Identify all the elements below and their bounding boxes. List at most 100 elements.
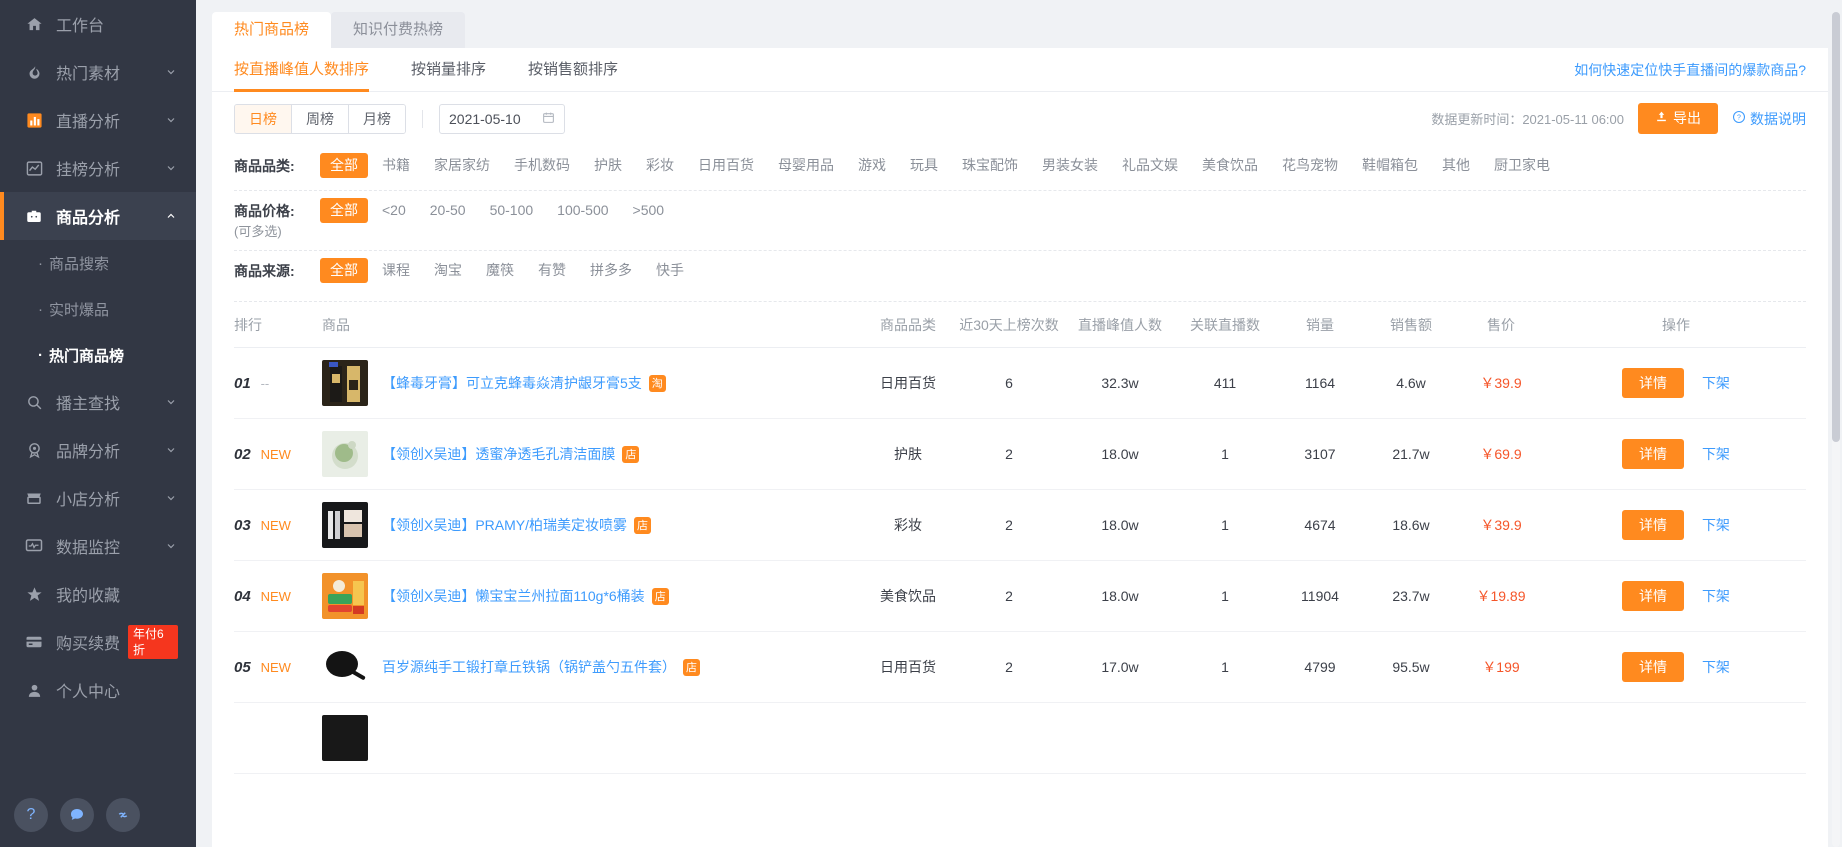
sidebar-item-label: 购买续费 [56,630,120,654]
offshelf-link[interactable]: 下架 [1702,659,1730,675]
tab-hot-products[interactable]: 热门商品榜 [212,12,331,48]
chip-source-course[interactable]: 课程 [372,258,420,283]
chip-source-youzan[interactable]: 有赞 [528,258,576,283]
subtab-sort-by-sales[interactable]: 按销量排序 [411,48,486,92]
offshelf-link[interactable]: 下架 [1702,446,1730,462]
offshelf-link[interactable]: 下架 [1702,517,1730,533]
scrollbar-thumb[interactable] [1832,12,1840,442]
chip-category-food-drink[interactable]: 美食饮品 [1192,153,1268,178]
product-name[interactable]: 百岁源纯手工锻打章丘铁锅（锅铲盖勺五件套） [382,657,676,677]
category-cell: 日用百货 [862,373,954,393]
link-button[interactable] [106,798,140,832]
data-note-link[interactable]: ? 数据说明 [1732,109,1806,129]
subtab-sort-by-amount[interactable]: 按销售额排序 [528,48,618,92]
table-row[interactable]: 01 -- 【蜂毒牙膏】可立克蜂毒焱清护龈牙膏5支 淘 日用百货 6 32.3w… [234,348,1806,419]
sidebar-item-hot-material[interactable]: 热门素材 [0,48,196,96]
chip-category-home-textile[interactable]: 家居家纺 [424,153,500,178]
chip-category-other[interactable]: 其他 [1432,153,1480,178]
sidebar-item-live-analysis[interactable]: 直播分析 [0,96,196,144]
sidebar-item-label: 个人中心 [56,678,178,702]
vertical-scrollbar[interactable] [1832,12,1840,847]
table-row[interactable]: 02 NEW 【领创X吴迪】透蜜净透毛孔清洁面膜 店 护肤 2 18.0w 1 [234,419,1806,490]
chip-price-over-500[interactable]: >500 [623,198,675,223]
chip-source-kuaishou[interactable]: 快手 [646,258,694,283]
sidebar-item-product-analysis[interactable]: 商品分析 [0,192,196,240]
column-header-peak-viewers: 直播峰值人数 [1064,315,1176,335]
chip-category-books[interactable]: 书籍 [372,153,420,178]
sidebar-item-brand-analysis[interactable]: 品牌分析 [0,426,196,474]
chip-source-taobao[interactable]: 淘宝 [424,258,472,283]
table-row[interactable] [234,703,1806,774]
sidebar-item-purchase-renew[interactable]: 购买续费 年付6折 [0,618,196,666]
product-name[interactable]: 【蜂毒牙膏】可立克蜂毒焱清护龈牙膏5支 [382,373,642,393]
table-row[interactable]: 03 NEW 【领创X吴迪】PRAMY/柏瑞美定妆喷雾 店 彩妆 2 18.0w… [234,490,1806,561]
offshelf-link[interactable]: 下架 [1702,588,1730,604]
detail-button[interactable]: 详情 [1622,652,1684,682]
chip-category-jewelry[interactable]: 珠宝配饰 [952,153,1028,178]
chip-price-100-500[interactable]: 100-500 [547,198,618,223]
chip-category-daily-goods[interactable]: 日用百货 [688,153,764,178]
chip-category-makeup[interactable]: 彩妆 [636,153,684,178]
chip-price-all[interactable]: 全部 [320,198,368,223]
category-cell: 护肤 [862,444,954,464]
detail-button[interactable]: 详情 [1622,368,1684,398]
sidebar-subitem-product-search[interactable]: · 商品搜索 [0,240,196,286]
period-option-weekly[interactable]: 周榜 [292,105,349,133]
sidebar-subitem-hot-products[interactable]: · 热门商品榜 [0,332,196,378]
chip-category-gifts-entertainment[interactable]: 礼品文娱 [1112,153,1188,178]
product-thumbnail[interactable] [322,502,368,548]
chip-price-50-100[interactable]: 50-100 [480,198,544,223]
chip-category-apparel[interactable]: 男装女装 [1032,153,1108,178]
table-row[interactable]: 04 NEW 【领创X吴迪】懒宝宝兰州拉面110g*6桶装 店 美食饮品 2 1… [234,561,1806,632]
export-button[interactable]: 导出 [1638,103,1718,134]
period-option-monthly[interactable]: 月榜 [349,105,405,133]
chip-source-mokuai[interactable]: 魔筷 [476,258,524,283]
chip-price-20-50[interactable]: 20-50 [420,198,476,223]
chip-category-all[interactable]: 全部 [320,153,368,178]
product-thumbnail[interactable] [322,360,368,406]
chat-button[interactable] [60,798,94,832]
sidebar-item-host-search[interactable]: 播主查找 [0,378,196,426]
chip-price-under-20[interactable]: <20 [372,198,416,223]
chip-category-shoes-bags[interactable]: 鞋帽箱包 [1352,153,1428,178]
date-picker[interactable]: 2021-05-10 [439,104,565,134]
sidebar-item-workbench[interactable]: 工作台 [0,0,196,48]
chip-category-pets[interactable]: 花鸟宠物 [1272,153,1348,178]
product-thumbnail[interactable] [322,715,368,761]
product-name[interactable]: 【领创X吴迪】PRAMY/柏瑞美定妆喷雾 [382,515,627,535]
chip-category-skincare[interactable]: 护肤 [584,153,632,178]
sidebar-item-board-analysis[interactable]: 挂榜分析 [0,144,196,192]
chip-category-mobile-digital[interactable]: 手机数码 [504,153,580,178]
product-thumbnail[interactable] [322,431,368,477]
help-button[interactable]: ? [14,798,48,832]
sidebar-subitem-realtime-hits[interactable]: · 实时爆品 [0,286,196,332]
sidebar-item-personal-center[interactable]: 个人中心 [0,666,196,714]
period-option-daily[interactable]: 日榜 [235,105,292,133]
chip-category-toys[interactable]: 玩具 [900,153,948,178]
help-link[interactable]: 如何快速定位快手直播间的爆款商品? [1574,60,1806,80]
sort-subtabs: 按直播峰值人数排序 按销量排序 按销售额排序 如何快速定位快手直播间的爆款商品? [212,48,1828,92]
product-name[interactable]: 【领创X吴迪】透蜜净透毛孔清洁面膜 [382,444,615,464]
chip-source-all[interactable]: 全部 [320,258,368,283]
product-thumbnail[interactable] [322,644,368,690]
subtab-sort-by-peak-viewers[interactable]: 按直播峰值人数排序 [234,48,369,92]
tab-knowledge-paid[interactable]: 知识付费热榜 [331,12,465,48]
sidebar-item-my-favorites[interactable]: 我的收藏 [0,570,196,618]
discount-badge: 年付6折 [128,625,178,659]
offshelf-link[interactable]: 下架 [1702,375,1730,391]
filter-title: 商品价格: (可多选) [234,198,320,239]
sidebar-item-shop-analysis[interactable]: 小店分析 [0,474,196,522]
detail-button[interactable]: 详情 [1622,581,1684,611]
product-thumbnail[interactable] [322,573,368,619]
detail-button[interactable]: 详情 [1622,439,1684,469]
detail-button[interactable]: 详情 [1622,510,1684,540]
product-name[interactable]: 【领创X吴迪】懒宝宝兰州拉面110g*6桶装 [382,586,645,606]
table-row[interactable]: 05 NEW 百岁源纯手工锻打章丘铁锅（锅铲盖勺五件套） 店 日用百货 2 17… [234,632,1806,703]
rank-change-tag: NEW [261,589,291,604]
chip-category-maternal-baby[interactable]: 母婴用品 [768,153,844,178]
sidebar-item-data-monitor[interactable]: 数据监控 [0,522,196,570]
chip-source-pinduoduo[interactable]: 拼多多 [580,258,642,283]
chip-category-kitchen-appliances[interactable]: 厨卫家电 [1484,153,1560,178]
chip-category-games[interactable]: 游戏 [848,153,896,178]
rank-number: 03 [234,517,251,534]
